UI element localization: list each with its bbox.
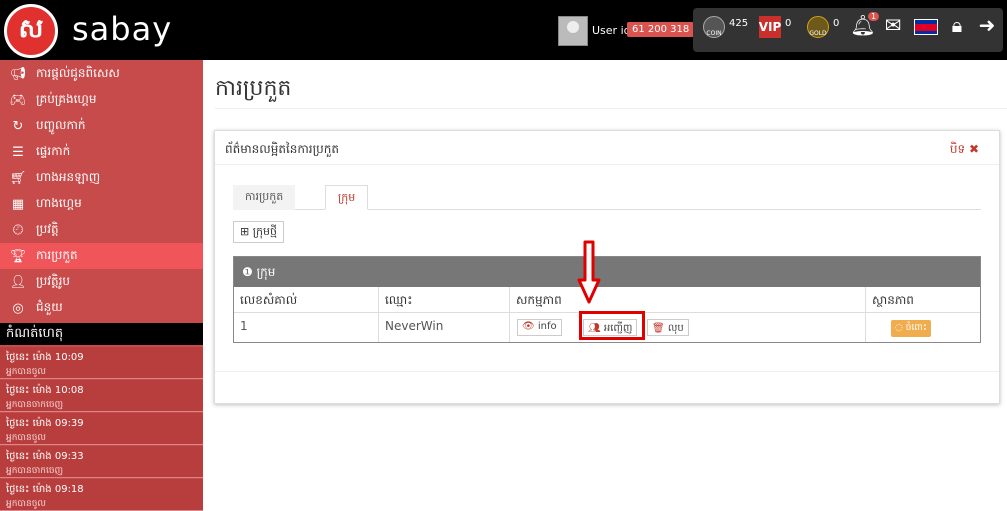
user-id-value: 61 200 318	[627, 22, 695, 37]
highlight-box	[579, 311, 645, 340]
sidebar-item-special-offers[interactable]: 📢︎ ការផ្តល់ជូនពិសេស	[0, 61, 203, 87]
logout-icon[interactable]: ➜	[974, 12, 1000, 38]
log-time: ថ្ងៃនេះ ម៉ោង 10:09	[6, 352, 84, 363]
vip-icon: VIP	[759, 16, 781, 38]
gamepad-icon: 🎮︎	[9, 92, 27, 108]
panel-header: ព័ត៌មានលម្អិតនៃការប្រកួត បិទ ✖	[215, 131, 999, 165]
delete-label: លុប	[667, 323, 684, 334]
avatar[interactable]	[558, 16, 588, 46]
status-label: ចំពោះ	[905, 323, 927, 333]
annotation-arrow-icon	[577, 240, 601, 304]
table-title: ❶ ក្រុម	[234, 257, 980, 287]
sabay-logo-icon[interactable]: ស	[4, 4, 58, 58]
list-item: ថ្ងៃនេះ ម៉ោង 10:08 អ្នកបានចាកចេញ	[0, 380, 203, 412]
lifebuoy-icon: ◎	[12, 300, 24, 316]
vip-value: 0	[785, 18, 792, 29]
user-icon: 👤︎	[9, 274, 27, 290]
column-header-name: ឈ្មោះ	[379, 287, 510, 313]
column-header-status: ស្ថានភាព	[866, 287, 980, 313]
tournament-detail-panel: ព័ត៌មានលម្អិតនៃការប្រកួត បិទ ✖ ការប្រកួត…	[214, 130, 1000, 404]
log-text: អ្នកបានចូល	[6, 433, 46, 443]
list-item: ថ្ងៃនេះ ម៉ោង 09:18 អ្នកបានចូល	[0, 479, 203, 511]
sidebar-item-label: បញ្ចូលកាក់	[36, 118, 86, 132]
cambodia-flag-icon[interactable]	[914, 19, 938, 35]
mail-icon[interactable]: ✉︎	[880, 12, 906, 38]
tab-tournament[interactable]: ការប្រកួត	[233, 185, 296, 210]
sidebar-item-online-shop[interactable]: 🛒︎ ហាងអនឡាញ	[0, 165, 203, 191]
panel-footer-divider	[215, 371, 999, 372]
trash-icon: 🗑︎	[652, 323, 665, 334]
notification-badge: 1	[868, 12, 880, 21]
page-title: ការប្រកួត	[215, 76, 292, 101]
tab-team[interactable]: ក្រុម	[325, 185, 369, 210]
sidebar-item-label: ប្រវត្តិ	[36, 222, 59, 236]
log-text: អ្នកបានចាកចេញ	[6, 466, 64, 476]
cell-id: 1	[234, 313, 379, 342]
sidebar-item-game-shop[interactable]: ▦ ហាងហ្គេម	[0, 191, 203, 217]
clock-icon: 🕘︎	[12, 222, 24, 238]
logo-text[interactable]: sabay	[72, 10, 172, 48]
sidebar: 📢︎ ការផ្តល់ជូនពិសេស 🎮︎ គ្រប់គ្រងហ្គេម ↻ …	[0, 60, 203, 511]
coin-value: 425	[729, 18, 749, 29]
sidebar-item-label: គ្រប់គ្រងហ្គេម	[36, 92, 97, 106]
eye-icon: 👁︎	[522, 321, 535, 332]
sidebar-item-label: ផ្ទេរកាក់	[36, 144, 71, 158]
log-time: ថ្ងៃនេះ ម៉ោង 09:18	[6, 484, 84, 495]
close-button[interactable]: បិទ ✖	[950, 141, 979, 159]
refresh-icon: ↻	[12, 118, 24, 134]
tab-bar: ការប្រកួត ក្រុម	[233, 185, 981, 210]
lock-icon[interactable]: 🔒︎	[944, 12, 970, 38]
info-button[interactable]: 👁︎ info	[517, 319, 562, 336]
cell-name: NeverWin	[379, 313, 510, 342]
log-time: ថ្ងៃនេះ ម៉ោង 09:39	[6, 418, 84, 429]
coin-icon: COIN	[703, 16, 725, 38]
sidebar-item-help[interactable]: ◎ ជំនួយ	[0, 295, 203, 321]
sidebar-item-label: ហាងអនឡាញ	[36, 170, 101, 184]
sidebar-item-manage-games[interactable]: 🎮︎ គ្រប់គ្រងហ្គេម	[0, 87, 203, 113]
divider	[215, 108, 1007, 109]
main-content: ការប្រកួត ព័ត៌មានលម្អិតនៃការប្រកួត បិទ ✖…	[203, 60, 1007, 500]
sidebar-item-topup[interactable]: ↻ បញ្ចូលកាក់	[0, 113, 203, 139]
panel-title: ព័ត៌មានលម្អិតនៃការប្រកួត	[225, 142, 340, 156]
log-text: អ្នកបានចូល	[6, 367, 46, 377]
log-time: ថ្ងៃនេះ ម៉ោង 10:08	[6, 385, 84, 396]
coins-icon: ☰	[12, 144, 24, 160]
sidebar-item-label: ប្រវត្តិរូប	[36, 274, 71, 288]
sidebar-item-transfer[interactable]: ☰ ផ្ទេរកាក់	[0, 139, 203, 165]
status-badge: ◌ ចំពោះ	[891, 320, 931, 337]
info-label: info	[537, 321, 557, 332]
megaphone-icon: 📢︎	[9, 66, 27, 82]
sidebar-item-label: ហាងហ្គេម	[36, 196, 82, 210]
new-team-button[interactable]: ⊞ ក្រុមថ្មី	[233, 221, 284, 243]
top-bar: ស sabay User id 61 200 318 COIN 425 VIP …	[0, 0, 1007, 60]
sidebar-item-label: ការប្រកួត	[36, 248, 78, 262]
pending-icon: ◌	[895, 323, 903, 333]
log-time: ថ្ងៃនេះ ម៉ោង 09:33	[6, 451, 84, 462]
sidebar-item-profile[interactable]: 👤︎ ប្រវត្តិរូប	[0, 269, 203, 295]
user-id-label: User id	[592, 24, 631, 37]
delete-button[interactable]: 🗑︎ លុប	[647, 319, 689, 336]
chess-icon: ▦	[11, 196, 25, 212]
list-item: ថ្ងៃនេះ ម៉ោង 09:39 អ្នកបានចូល	[0, 413, 203, 445]
sidebar-item-history[interactable]: 🕘︎ ប្រវត្តិ	[0, 217, 203, 243]
cart-icon: 🛒︎	[9, 170, 27, 186]
sidebar-item-label: ការផ្តល់ជូនពិសេស	[36, 66, 120, 80]
gold-value: 0	[833, 18, 840, 29]
list-item: ថ្ងៃនេះ ម៉ោង 10:09 អ្នកបានចូល	[0, 347, 203, 379]
column-header-actions: សកម្មភាព	[510, 287, 866, 313]
log-text: អ្នកបានចាកចេញ	[6, 400, 64, 410]
column-header-id: លេខសំគាល់	[234, 287, 379, 313]
gold-icon: GOLD	[807, 16, 829, 38]
sidebar-item-tournament[interactable]: 🏆︎ ការប្រកួត	[0, 243, 203, 269]
list-item: ថ្ងៃនេះ ម៉ោង 09:33 អ្នកបានចាកចេញ	[0, 446, 203, 478]
trophy-icon: 🏆︎	[9, 248, 27, 264]
sidebar-item-label: ជំនួយ	[36, 300, 63, 314]
activity-log-title: កំណត់ហេតុ	[0, 323, 203, 345]
team-table: ❶ ក្រុម លេខសំគាល់ ឈ្មោះ សកម្មភាព ស្ថានភា…	[233, 256, 981, 343]
